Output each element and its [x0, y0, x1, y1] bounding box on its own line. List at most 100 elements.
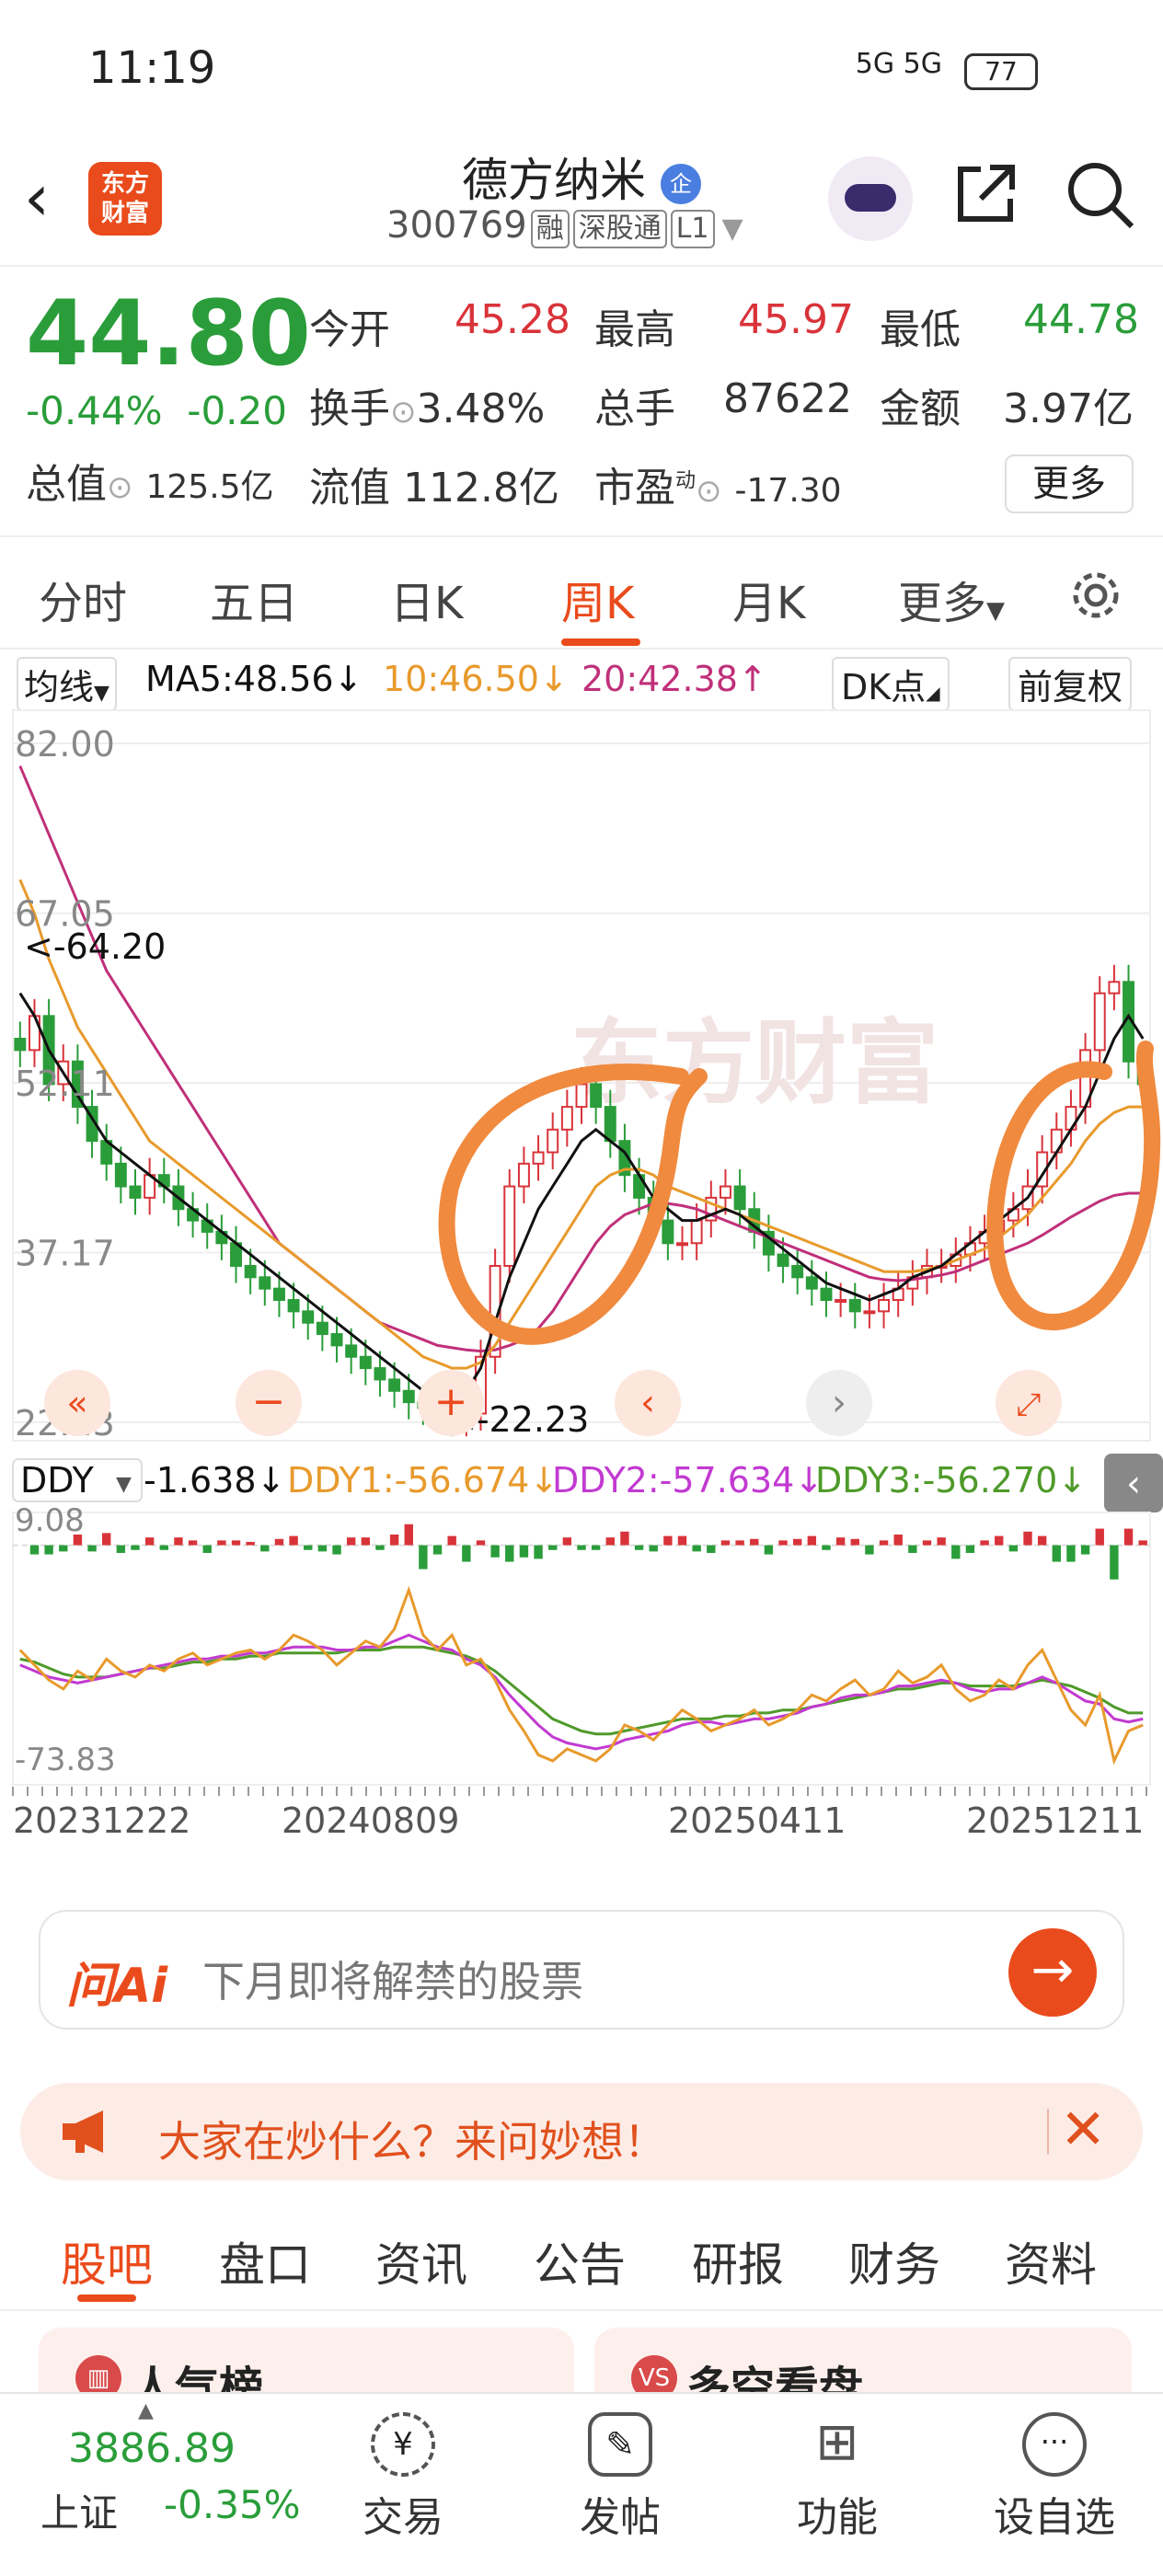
ma-selector[interactable]: 均线▼	[17, 657, 117, 711]
candle-body	[676, 1242, 688, 1247]
add-watchlist-button[interactable]: ··· 设自选	[981, 2412, 1128, 2543]
scroll-left-fast-button[interactable]: «	[44, 1370, 110, 1436]
svg-text:›: ›	[832, 1382, 846, 1424]
more-quote-button[interactable]: 更多	[1005, 454, 1134, 513]
assistant-avatar-icon[interactable]	[828, 156, 913, 241]
svg-text:«: «	[66, 1383, 87, 1423]
tab-news[interactable]: 资讯	[375, 2228, 467, 2294]
tab-weekly[interactable]: 周K	[561, 567, 634, 631]
tab-announcements[interactable]: 公告	[534, 2228, 626, 2294]
index-value[interactable]: 3886.89	[68, 2425, 236, 2472]
settings-gear-icon[interactable]	[1067, 567, 1124, 624]
scroll-right-button[interactable]: ›	[806, 1370, 872, 1436]
ddy-bar	[231, 1540, 241, 1546]
ddy-bar	[922, 1540, 932, 1546]
network-indicator: 5G 5G	[855, 48, 942, 80]
ddy-bar	[720, 1540, 731, 1546]
kline-chart[interactable]: 东方财富 82.0067.0552.1137.1722.23 <-64.20 <…	[0, 708, 1163, 1877]
ddy-bar	[174, 1537, 183, 1546]
candle-body	[863, 1310, 876, 1315]
indicator-frame	[12, 1512, 1151, 1786]
stock-code-row[interactable]: 300769 融深股通 L1 ▼	[386, 204, 743, 248]
ai-go-arrow-icon[interactable]: →	[1008, 1928, 1097, 2017]
stock-code: 300769	[386, 204, 527, 247]
ddy-bar	[965, 1545, 975, 1553]
price-ticks: 82.0067.0552.1137.1722.23	[15, 724, 115, 1443]
ma20-value: 20:42.38↑	[582, 659, 767, 699]
tab-daily[interactable]: 日K	[390, 567, 463, 631]
indicator-tick-label: -73.83	[15, 1742, 116, 1778]
svg-text:−: −	[252, 1378, 286, 1425]
tab-financials[interactable]: 财务	[848, 2228, 940, 2294]
search-icon[interactable]	[1064, 158, 1137, 232]
ddy-bar	[116, 1545, 126, 1553]
ai-search-box[interactable]: 问Ai 下月即将解禁的股票 →	[39, 1910, 1124, 2030]
promo-text[interactable]: 大家在炒什么？来问妙想！	[158, 2109, 666, 2169]
ddy-bar	[346, 1537, 356, 1546]
fullscreen-expand-icon[interactable]: ⤢	[996, 1370, 1062, 1436]
chart-icon: ▥	[75, 2355, 121, 2392]
ddy-bar	[649, 1545, 658, 1552]
svg-text:+: +	[434, 1378, 468, 1425]
ddy-bar	[605, 1537, 615, 1546]
chevron-down-icon[interactable]: ▼	[722, 213, 743, 245]
ddy-bar	[937, 1537, 946, 1546]
x-axis: 20231222 20240809 20250411 20251211	[12, 1787, 1147, 1841]
ai-query-placeholder[interactable]: 下月即将解禁的股票	[202, 1949, 583, 2009]
ddy-bar	[1123, 1528, 1134, 1546]
promo-banner[interactable]: 大家在炒什么？来问妙想！ ✕	[20, 2083, 1143, 2180]
index-name[interactable]: 上证	[40, 2482, 118, 2538]
ddy-bar	[87, 1545, 97, 1552]
high-value: 45.97	[738, 296, 854, 343]
ddy-bar	[778, 1540, 788, 1546]
tab-intraday[interactable]: 分时	[39, 567, 127, 631]
tab-profile[interactable]: 资料	[1005, 2228, 1097, 2294]
ddy-bar	[735, 1540, 744, 1546]
dk-point-toggle[interactable]: DK点◢	[832, 657, 950, 711]
ddy-bar	[548, 1545, 558, 1550]
ddy-bar	[951, 1545, 961, 1559]
zoom-out-button[interactable]: −	[236, 1370, 302, 1436]
adjust-selector[interactable]: 前复权	[1008, 657, 1133, 711]
share-icon[interactable]	[953, 160, 1019, 226]
popularity-card[interactable]: ▥ 人气榜	[39, 2328, 574, 2392]
ddy-bar	[677, 1535, 687, 1546]
max-price-annotation: <-64.20	[24, 926, 166, 967]
ddy-bar	[59, 1545, 68, 1552]
ddy-bar	[835, 1537, 846, 1546]
ddy-bar	[1095, 1528, 1104, 1546]
trade-button[interactable]: ¥ 交易	[329, 2412, 477, 2543]
indicator-header: DDY ▼ -1.638↓ DDY1:-56.674↓ DDY2:-57.634…	[12, 1454, 1163, 1512]
tab-forum[interactable]: 股吧	[61, 2228, 153, 2294]
tab-monthly[interactable]: 月K	[732, 567, 805, 631]
ma5-value: MA5:48.56↓	[145, 659, 363, 699]
ddy-bar	[361, 1537, 371, 1546]
candle-body	[662, 1219, 674, 1245]
ddy-bar	[577, 1545, 586, 1550]
ddy-bar	[663, 1535, 673, 1546]
scroll-left-button[interactable]: ‹	[615, 1370, 681, 1436]
tab-five-day[interactable]: 五日	[210, 567, 298, 631]
feature-cards: ▥ 人气榜 VS 多空看盘	[0, 2311, 1163, 2392]
candle-body	[302, 1310, 315, 1324]
svg-text:‹: ‹	[1126, 1463, 1141, 1505]
ddy-bar	[764, 1545, 774, 1555]
ddy-bar	[1008, 1545, 1019, 1552]
ai-logo: 问Ai	[66, 1959, 168, 2014]
collapse-side-button[interactable]: ‹	[1104, 1454, 1163, 1512]
tab-more[interactable]: 更多▼	[898, 567, 1005, 631]
ddy-bar	[289, 1535, 298, 1546]
index-change[interactable]: -0.35%	[164, 2482, 301, 2527]
tab-orderbook[interactable]: 盘口	[219, 2228, 311, 2294]
long-short-card[interactable]: VS 多空看盘	[594, 2328, 1132, 2392]
tab-research[interactable]: 研报	[692, 2228, 784, 2294]
close-icon[interactable]: ✕	[1060, 2098, 1106, 2162]
kline-chart-area[interactable]: 东方财富 82.0067.0552.1137.1722.23 <-64.20 <…	[0, 708, 1163, 1877]
orange-circle-annotation-right	[986, 1041, 1161, 1330]
candle-body	[14, 1038, 27, 1052]
functions-button[interactable]: ⊞ 功能	[764, 2412, 911, 2543]
battery-icon: 77	[964, 53, 1038, 90]
zoom-in-button[interactable]: +	[418, 1370, 484, 1436]
caret-up-icon: ▲	[138, 2399, 154, 2422]
post-button[interactable]: ✎ 发帖	[547, 2412, 694, 2543]
